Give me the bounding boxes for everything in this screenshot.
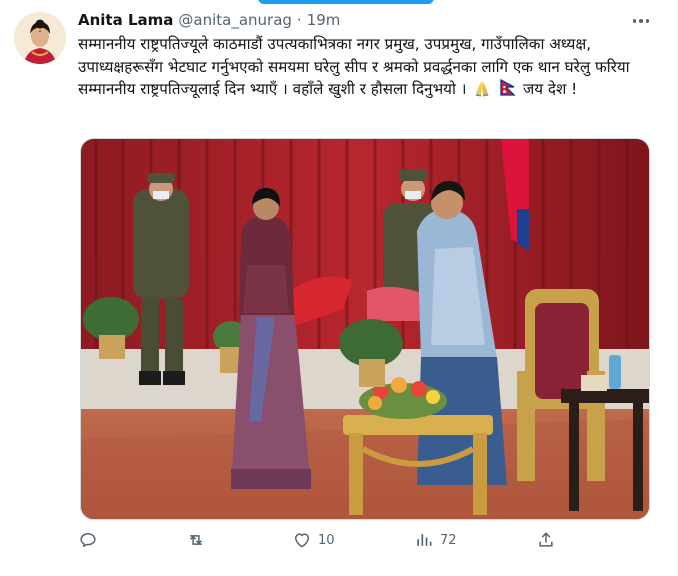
more-dot-icon: [632, 19, 637, 23]
avatar[interactable]: [14, 12, 66, 64]
timestamp-link[interactable]: 19m: [307, 10, 341, 30]
views-chart-icon: [417, 534, 432, 546]
more-dot-icon: [639, 19, 643, 23]
views-count: 72: [440, 532, 457, 548]
tweet-text: सम्माननीय राष्ट्रपतिज्यूले काठमाडौं उपत्…: [78, 33, 668, 104]
like-count: 10: [318, 532, 335, 548]
retweet-icon: [190, 535, 202, 545]
tweet-actions: 10 72: [78, 530, 568, 558]
author-handle[interactable]: @anita_anurag: [178, 10, 292, 30]
heart-icon: [295, 533, 309, 548]
retweet-button[interactable]: [186, 530, 212, 550]
more-options-button[interactable]: [627, 10, 655, 32]
tweet-header: Anita Lama @anita_anurag · 19m: [78, 10, 340, 30]
photo-image: [81, 139, 649, 519]
tweet-card[interactable]: Anita Lama @anita_anurag · 19m सम्माननीय…: [0, 0, 678, 576]
share-button[interactable]: [536, 530, 556, 550]
new-posts-indicator[interactable]: [258, 0, 434, 4]
views-button[interactable]: 72: [414, 530, 457, 550]
folded-hands-icon: [473, 79, 491, 104]
more-dot-icon: [645, 19, 650, 23]
avatar-image: [14, 12, 66, 64]
like-button[interactable]: 10: [292, 530, 335, 550]
reply-button[interactable]: [78, 530, 104, 550]
author-name[interactable]: Anita Lama: [78, 10, 173, 30]
share-icon: [539, 532, 553, 547]
separator-dot: ·: [296, 11, 302, 29]
tweet-text-end: जय देश !: [518, 80, 578, 98]
reply-icon: [80, 533, 96, 547]
nepal-flag-icon: [500, 78, 516, 104]
tweet-photo[interactable]: [80, 138, 650, 520]
